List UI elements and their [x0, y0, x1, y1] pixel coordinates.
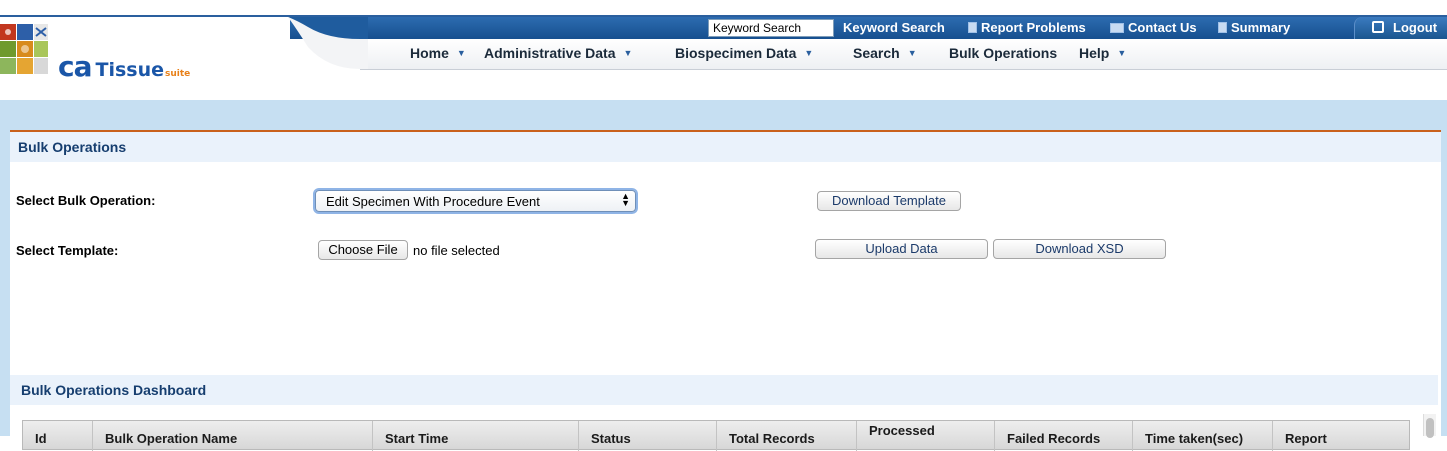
file-status-text: no file selected: [413, 243, 500, 258]
dashboard-title: Bulk Operations Dashboard: [21, 382, 207, 398]
column-header-report[interactable]: Report: [1273, 421, 1409, 451]
logo-suite: suite: [165, 69, 191, 79]
chevron-down-icon: ▼: [804, 48, 814, 58]
contact-us-link[interactable]: Contact Us: [1110, 20, 1197, 35]
choose-file-button[interactable]: Choose File: [318, 240, 408, 260]
menu-administrative-data[interactable]: Administrative Data ▼: [484, 45, 632, 61]
menu-biospecimen-data-label: Biospecimen Data: [675, 45, 797, 61]
logo-wordmark: ca Tissuesuite: [58, 50, 190, 83]
column-header-report-label: Report: [1285, 431, 1327, 446]
menu-bulk-operations[interactable]: Bulk Operations: [949, 45, 1057, 61]
menu-bulk-operations-label: Bulk Operations: [949, 45, 1058, 61]
keyword-search-link[interactable]: Keyword Search: [843, 20, 945, 35]
column-header-processed[interactable]: Processed: [857, 421, 995, 451]
bulk-operations-title: Bulk Operations: [18, 139, 127, 155]
bulk-operation-select-value: Edit Specimen With Procedure Event: [326, 194, 540, 209]
logout-button[interactable]: Logout: [1354, 17, 1447, 39]
catissue-logo[interactable]: ca Tissuesuite: [0, 20, 200, 83]
chevron-down-icon: ▼: [456, 48, 466, 58]
menu-administrative-data-label: Administrative Data: [484, 45, 616, 61]
column-header-status[interactable]: Status: [579, 421, 717, 451]
keyword-search-input[interactable]: Keyword Search: [708, 19, 834, 37]
contact-us-label: Contact Us: [1128, 20, 1197, 35]
menu-home-label: Home: [410, 45, 449, 61]
column-header-bulk-operation-name[interactable]: Bulk Operation Name: [93, 421, 373, 451]
app-header: ca Tissuesuite Keyword Search Keyword Sea…: [0, 0, 1447, 100]
keyword-search-link-label: Keyword Search: [843, 20, 945, 35]
logout-label: Logout: [1393, 20, 1438, 35]
column-header-bulk-operation-name-label: Bulk Operation Name: [105, 431, 238, 446]
summary-link[interactable]: Summary: [1218, 20, 1290, 35]
download-xsd-button[interactable]: Download XSD: [993, 239, 1166, 259]
dashboard-scrollbar[interactable]: [1423, 414, 1436, 438]
logout-icon: [1372, 21, 1384, 33]
select-arrows-icon: ▲ ▼: [621, 191, 630, 208]
menu-search-label: Search: [853, 45, 900, 61]
dashboard-header: Bulk Operations Dashboard: [10, 375, 1438, 405]
menu-home[interactable]: Home ▼: [410, 45, 466, 61]
column-header-failed-records[interactable]: Failed Records: [995, 421, 1133, 451]
upload-data-button[interactable]: Upload Data: [815, 239, 988, 259]
column-header-total-records-label: Total Records: [729, 431, 815, 446]
envelope-icon: [1110, 23, 1124, 33]
document-icon: [968, 22, 977, 33]
column-header-start-time-label: Start Time: [385, 431, 449, 446]
column-header-time-taken[interactable]: Time taken(sec): [1133, 421, 1273, 451]
page-right-border: [1441, 130, 1447, 436]
report-problems-link[interactable]: Report Problems: [968, 20, 1086, 35]
select-bulk-operation-label: Select Bulk Operation:: [16, 193, 156, 208]
menu-search[interactable]: Search ▼: [853, 45, 917, 61]
bulk-operations-header: Bulk Operations: [10, 132, 1441, 162]
logo-mosaic-icon: [0, 24, 48, 74]
bulk-operation-select[interactable]: Edit Specimen With Procedure Event ▲ ▼: [315, 190, 636, 212]
dashboard-scrollbar-thumb[interactable]: [1426, 418, 1434, 438]
document-icon: [1218, 22, 1227, 33]
logo-tissue: Tissue: [95, 59, 165, 81]
menu-help-label: Help: [1079, 45, 1110, 61]
menu-biospecimen-data[interactable]: Biospecimen Data ▼: [675, 45, 813, 61]
download-template-button[interactable]: Download Template: [817, 191, 961, 211]
column-header-time-taken-label: Time taken(sec): [1145, 431, 1244, 446]
column-header-id-label: Id: [35, 431, 47, 446]
column-header-id[interactable]: Id: [23, 421, 93, 451]
column-header-total-records[interactable]: Total Records: [717, 421, 857, 451]
column-header-start-time[interactable]: Start Time: [373, 421, 579, 451]
chevron-down-icon: ▼: [907, 48, 917, 58]
chevron-down-icon: ▼: [1117, 48, 1127, 58]
select-template-label: Select Template:: [16, 243, 119, 258]
header-curve-decoration: [288, 17, 368, 69]
summary-label: Summary: [1231, 20, 1291, 35]
report-problems-label: Report Problems: [981, 20, 1086, 35]
column-header-failed-records-label: Failed Records: [1007, 431, 1101, 446]
page-left-border: [0, 130, 10, 436]
column-header-status-label: Status: [591, 431, 631, 446]
chevron-down-icon: ▼: [623, 48, 633, 58]
logo-ca: ca: [58, 50, 92, 83]
menu-help[interactable]: Help ▼: [1079, 45, 1126, 61]
dashboard-table-header: Id Bulk Operation Name Start Time Status…: [22, 420, 1410, 451]
page-top-band: [0, 100, 1447, 130]
